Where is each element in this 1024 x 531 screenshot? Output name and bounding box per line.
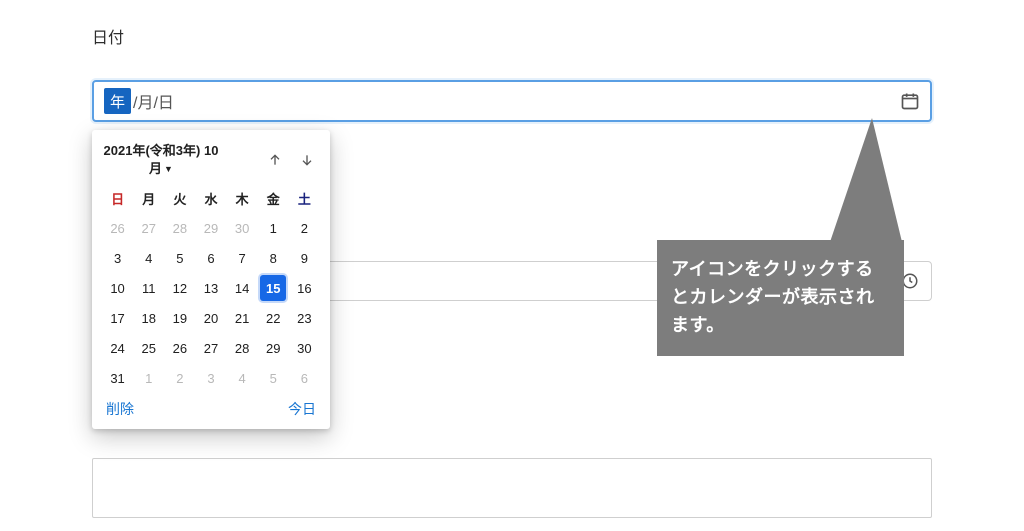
calendar-day[interactable]: 28 (164, 213, 195, 243)
calendar-day[interactable]: 21 (227, 303, 258, 333)
dow-header: 金 (258, 183, 289, 213)
calendar-day[interactable]: 5 (164, 243, 195, 273)
dow-header: 月 (133, 183, 164, 213)
calendar-day[interactable]: 28 (227, 333, 258, 363)
calendar-day[interactable]: 1 (258, 213, 289, 243)
calendar-header: 2021年(令和3年) 10 月▼ (102, 142, 320, 177)
calendar-day[interactable]: 13 (195, 273, 226, 303)
calendar-day[interactable]: 1 (133, 363, 164, 393)
calendar-today-button[interactable]: 今日 (288, 399, 316, 419)
calendar-day[interactable]: 30 (227, 213, 258, 243)
calendar-day[interactable]: 29 (195, 213, 226, 243)
calendar-day[interactable]: 3 (102, 243, 133, 273)
calendar-popup: 2021年(令和3年) 10 月▼ 日月火水木金土262728293012345… (92, 130, 330, 429)
calendar-day[interactable]: 12 (164, 273, 195, 303)
text-area[interactable] (92, 458, 932, 518)
calendar-day[interactable]: 10 (102, 273, 133, 303)
calendar-day[interactable]: 31 (102, 363, 133, 393)
annotation-text: アイコンをクリックするとカレンダーが表示されます。 (671, 259, 875, 335)
chevron-down-icon: ▼ (164, 164, 173, 174)
calendar-day[interactable]: 16 (289, 273, 320, 303)
calendar-day[interactable]: 8 (258, 243, 289, 273)
calendar-day[interactable]: 5 (258, 363, 289, 393)
date-field-label: 日付 (92, 24, 124, 48)
calendar-day[interactable]: 6 (289, 363, 320, 393)
calendar-day[interactable]: 14 (227, 273, 258, 303)
calendar-day[interactable]: 2 (164, 363, 195, 393)
dow-header: 日 (102, 183, 133, 213)
calendar-day[interactable]: 11 (133, 273, 164, 303)
calendar-day[interactable]: 6 (195, 243, 226, 273)
dow-header: 木 (227, 183, 258, 213)
calendar-day[interactable]: 9 (289, 243, 320, 273)
callout-pointer (830, 118, 902, 242)
dow-header: 土 (289, 183, 320, 213)
calendar-icon[interactable] (900, 91, 920, 111)
calendar-day[interactable]: 27 (133, 213, 164, 243)
annotation-callout: アイコンをクリックするとカレンダーが表示されます。 (657, 240, 904, 356)
calendar-day[interactable]: 7 (227, 243, 258, 273)
calendar-day[interactable]: 15 (260, 275, 286, 301)
calendar-clear-button[interactable]: 削除 (106, 399, 134, 419)
calendar-day[interactable]: 24 (102, 333, 133, 363)
calendar-day[interactable]: 29 (258, 333, 289, 363)
calendar-day[interactable]: 17 (102, 303, 133, 333)
dow-header: 水 (195, 183, 226, 213)
calendar-day[interactable]: 23 (289, 303, 320, 333)
calendar-title-line1: 2021年(令和3年) 10 (104, 143, 219, 158)
calendar-day[interactable]: 25 (133, 333, 164, 363)
calendar-title-line2: 月 (149, 161, 162, 176)
prev-month-button[interactable] (266, 151, 284, 169)
dow-header: 火 (164, 183, 195, 213)
calendar-day[interactable]: 3 (195, 363, 226, 393)
calendar-day[interactable]: 20 (195, 303, 226, 333)
calendar-day[interactable]: 30 (289, 333, 320, 363)
calendar-day[interactable]: 26 (164, 333, 195, 363)
calendar-month-selector[interactable]: 2021年(令和3年) 10 月▼ (102, 142, 220, 177)
calendar-day[interactable]: 18 (133, 303, 164, 333)
date-input-value: 年 /月/日 (104, 88, 174, 114)
calendar-day[interactable]: 2 (289, 213, 320, 243)
date-input[interactable]: 年 /月/日 (92, 80, 932, 122)
date-input-rest: /月/日 (133, 89, 174, 113)
calendar-grid: 日月火水木金土262728293012345678910111213141516… (102, 183, 320, 393)
calendar-day[interactable]: 27 (195, 333, 226, 363)
year-placeholder-chip: 年 (104, 88, 131, 114)
calendar-day[interactable]: 4 (133, 243, 164, 273)
next-month-button[interactable] (298, 151, 316, 169)
calendar-day[interactable]: 26 (102, 213, 133, 243)
calendar-day[interactable]: 19 (164, 303, 195, 333)
calendar-day[interactable]: 4 (227, 363, 258, 393)
calendar-day[interactable]: 22 (258, 303, 289, 333)
